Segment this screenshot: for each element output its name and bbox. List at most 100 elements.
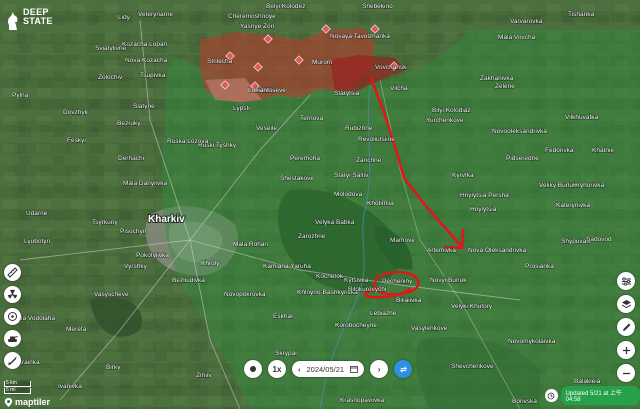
place-label: Cheremoshnoye — [228, 13, 276, 20]
place-label: Bezliudivka — [172, 277, 205, 284]
place-label: Korobocheyne — [335, 322, 377, 329]
place-label: Bezruky — [117, 120, 141, 127]
place-label: Vilcha — [390, 85, 408, 92]
place-label: Mala Rohan — [233, 241, 268, 248]
place-label: Kamiana Yaruha — [263, 263, 311, 270]
place-label: Velyki Khutory — [451, 303, 493, 310]
place-label: Krasnopavlivka — [340, 397, 384, 404]
place-label: Artemivka — [427, 247, 456, 254]
logo-text: DEEP STATE — [23, 7, 53, 26]
zoom-out-button[interactable] — [617, 364, 635, 382]
layers-icon[interactable] — [617, 295, 635, 313]
place-label: Pylna — [12, 92, 29, 99]
place-label: Dovzhyk — [63, 109, 89, 116]
place-label: Tsupivka — [140, 72, 166, 79]
scale-bar: 5 km 5 mi — [4, 381, 31, 395]
ruler-icon[interactable] — [4, 264, 21, 281]
place-label: Zakhanivka — [480, 75, 514, 82]
right-toolbar — [617, 272, 635, 382]
place-label: Lyubotyn — [24, 238, 51, 245]
next-day-button[interactable]: › — [370, 360, 389, 378]
place-label: Murom — [312, 59, 332, 66]
date-picker[interactable]: ‹ 2024/05/21 — [292, 361, 365, 377]
place-label: Mala Vovcha — [498, 34, 536, 41]
place-label: Shestakove — [280, 175, 314, 182]
city-label-kharkiv: Kharkiv — [148, 214, 185, 225]
place-label: Lukiantsi — [248, 87, 274, 94]
place-label: Belyi Kolodez — [266, 3, 305, 10]
place-label: Revoliutsiine — [358, 136, 395, 143]
place-label: Vasylenkove — [411, 325, 448, 332]
pencil-icon[interactable] — [617, 318, 635, 336]
place-label: Kytsivka — [344, 277, 369, 284]
place-label: Veseile — [256, 125, 277, 132]
place-label: Borivska — [512, 398, 537, 405]
place-label: Tsyrkuny — [92, 219, 118, 226]
place-label: Rubizhne — [345, 125, 373, 132]
tank-icon[interactable] — [4, 330, 21, 347]
radiation-icon[interactable] — [4, 286, 21, 303]
place-label: Biliaiivka — [396, 297, 422, 304]
place-label: Novomykolaivka — [508, 338, 556, 345]
place-label: Zelene — [495, 83, 515, 90]
place-label: Lidy — [118, 14, 131, 21]
place-label: Peremoha — [290, 155, 320, 162]
nuclear-icon[interactable] — [4, 308, 21, 325]
place-label: Zolochiv — [98, 74, 123, 81]
place-label: Varvarovka — [510, 18, 543, 25]
plus-icon — [622, 346, 630, 354]
place-label: Shevchenkove — [451, 363, 494, 370]
place-label: Zarozhne — [298, 233, 326, 240]
updated-badge: Updated 5/21 at 上午04:58 — [560, 386, 640, 405]
place-label: Mala Danylivka — [123, 180, 167, 187]
history-icon[interactable] — [545, 389, 558, 402]
place-label: Vovchansk — [375, 64, 407, 71]
place-label: Kochetok — [316, 273, 344, 280]
date-value: 2024/05/21 — [306, 364, 345, 374]
place-label: Katerynivka — [556, 202, 590, 209]
left-toolbar — [4, 264, 21, 369]
update-status: Updated 5/21 at 上午04:58 — [545, 386, 640, 405]
place-label: Kyrvtka — [452, 172, 474, 179]
place-label: Khotimlia — [367, 200, 394, 207]
place-label: Eskhar — [273, 313, 294, 320]
knight-logo-icon — [7, 12, 18, 30]
maptiler-text: maptiler — [15, 397, 51, 407]
place-label: Derhachi — [118, 155, 144, 162]
place-label: Vilkhuvatka — [565, 114, 599, 121]
filter-icon[interactable] — [617, 272, 635, 290]
place-label: Molodova — [334, 191, 363, 198]
place-label: Sviatylivne — [95, 45, 126, 52]
speed-button[interactable]: 1x — [268, 360, 286, 378]
place-label: Pidseredne — [506, 155, 539, 162]
place-label: Novopokrovka — [224, 291, 266, 298]
place-label: Udarne — [26, 210, 48, 217]
place-label: Bilyi Kolodiaz — [432, 107, 471, 114]
place-label: Tishanka — [568, 11, 595, 18]
sync-button[interactable] — [394, 360, 413, 378]
place-label: Ternova — [300, 115, 324, 122]
place-label: Zmiiv — [196, 372, 212, 379]
place-label: Strilecha — [207, 58, 233, 65]
calendar-icon[interactable] — [350, 365, 358, 373]
place-label: Staryi Saltiv — [334, 172, 369, 179]
speed-label: 1x — [272, 364, 282, 374]
place-label: Veterynarne — [138, 11, 173, 18]
chevron-left-icon[interactable]: ‹ — [298, 365, 301, 374]
play-icon — [250, 366, 256, 372]
map-canvas[interactable]: Lidy Veterynarne Cheremoshnoye Belyi Kolode… — [0, 0, 640, 409]
zoom-in-button[interactable] — [617, 341, 635, 359]
play-button[interactable] — [244, 360, 262, 378]
place-label: Merefa — [66, 326, 87, 333]
rocket-icon[interactable] — [4, 352, 21, 369]
place-label: Slatyne — [133, 103, 155, 110]
sync-icon — [399, 365, 407, 373]
place-label: Novyi Burluk — [430, 277, 467, 284]
place-label: Khatnie — [592, 147, 614, 154]
place-label: Ruski Tyshky — [198, 142, 237, 149]
place-label: Novooleksandrivka — [492, 128, 547, 135]
deepstate-logo[interactable]: DEEP STATE — [6, 7, 53, 38]
maptiler-pin-icon — [4, 397, 13, 407]
maptiler-logo[interactable]: maptiler — [4, 397, 50, 407]
place-label: Novaya Tavolzhanka — [330, 33, 390, 40]
